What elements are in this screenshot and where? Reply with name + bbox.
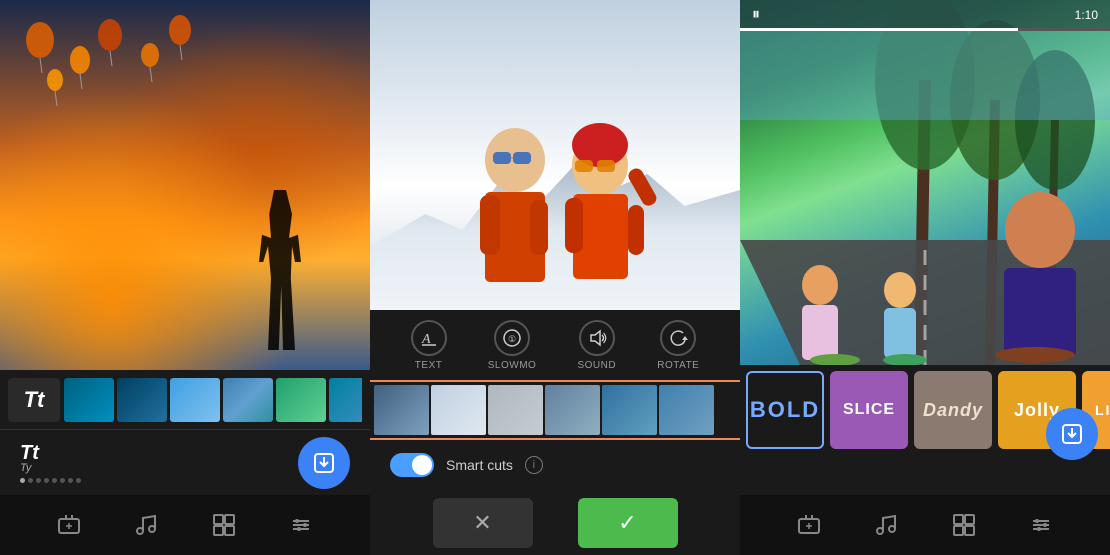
smart-cuts-info-icon[interactable]: i bbox=[525, 456, 543, 474]
gallery-button-1[interactable] bbox=[212, 513, 236, 537]
dot-5 bbox=[52, 478, 57, 483]
filmstrip-2-thumb-6[interactable] bbox=[659, 385, 714, 435]
balloons-decoration bbox=[0, 0, 370, 370]
dot-4 bbox=[44, 478, 49, 483]
settings-icon bbox=[289, 513, 313, 537]
panel-2: A TEXT ① SLOWMO S bbox=[370, 0, 740, 555]
gallery-icon-3 bbox=[952, 513, 976, 537]
filmstrip-thumb-4[interactable] bbox=[223, 378, 273, 422]
add-clip-icon-3 bbox=[797, 513, 821, 537]
filmstrip-1 bbox=[64, 378, 362, 422]
panel-2-bottom: ✕ ✓ bbox=[370, 490, 740, 555]
dot-8 bbox=[76, 478, 81, 483]
bottom-icons-row-3 bbox=[740, 495, 1110, 555]
filmstrip-2-thumb-3[interactable] bbox=[488, 385, 543, 435]
filmstrip-2-thumb-5[interactable] bbox=[602, 385, 657, 435]
filmstrip-thumb-2[interactable] bbox=[117, 378, 167, 422]
progress-bar-3[interactable] bbox=[740, 28, 1110, 31]
filmstrip-thumb-1[interactable] bbox=[64, 378, 114, 422]
filmstrip-thumb-3[interactable] bbox=[170, 378, 220, 422]
main-photo-2 bbox=[370, 0, 740, 310]
edit-tools: A TEXT ① SLOWMO S bbox=[370, 310, 740, 380]
main-photo-1 bbox=[0, 0, 370, 370]
music-icon bbox=[134, 513, 158, 537]
bottom-toolbar-1: Tt Ty bbox=[0, 430, 370, 495]
cancel-button[interactable]: ✕ bbox=[433, 498, 533, 548]
rotate-tool-icon bbox=[668, 328, 688, 348]
text-tool-icon: A bbox=[419, 328, 439, 348]
confirm-button[interactable]: ✓ bbox=[578, 498, 678, 548]
toggle-knob bbox=[412, 455, 432, 475]
top-bar-3: ⏸ 1:10 bbox=[740, 0, 1110, 30]
filmstrip-2-thumb-1[interactable] bbox=[374, 385, 429, 435]
panel-3: ⏸ 1:10 BOLD SLICE Dandy Jolly LIGHT bbox=[740, 0, 1110, 555]
bottom-icons-row-1 bbox=[0, 495, 370, 555]
filmstrip-2 bbox=[370, 380, 740, 440]
settings-icon-3 bbox=[1029, 513, 1053, 537]
gallery-button-3[interactable] bbox=[952, 513, 976, 537]
main-photo-3: ⏸ 1:10 bbox=[740, 0, 1110, 365]
text-tool-display: Tt Ty bbox=[20, 443, 298, 483]
rotate-tool[interactable]: ROTATE bbox=[657, 320, 699, 371]
people-decoration bbox=[435, 110, 675, 310]
sound-tool-icon bbox=[587, 328, 607, 348]
smart-cuts-row: Smart cuts i bbox=[370, 440, 740, 490]
smart-cuts-label: Smart cuts bbox=[446, 457, 513, 473]
fab-button-1[interactable] bbox=[298, 437, 350, 489]
filmstrip-thumb-5[interactable] bbox=[276, 378, 326, 422]
dot-1 bbox=[20, 478, 25, 483]
sound-label: SOUND bbox=[577, 360, 616, 371]
svg-text:①: ① bbox=[508, 334, 516, 344]
style-bold-tile[interactable]: BOLD bbox=[746, 371, 824, 449]
panel-1: Tt Tt Ty bbox=[0, 0, 370, 555]
sound-icon bbox=[579, 320, 615, 356]
fab-button-3[interactable] bbox=[1046, 408, 1098, 460]
music-button-3[interactable] bbox=[874, 513, 898, 537]
text-icon: A bbox=[411, 320, 447, 356]
dot-3 bbox=[36, 478, 41, 483]
smart-cuts-toggle[interactable] bbox=[390, 453, 434, 477]
gallery-icon bbox=[212, 513, 236, 537]
slowmo-tool-icon: ① bbox=[502, 328, 522, 348]
text-tool[interactable]: A TEXT bbox=[411, 320, 447, 371]
dots-row bbox=[20, 478, 81, 483]
progress-fill-3 bbox=[740, 28, 1018, 31]
photo-bg-3 bbox=[740, 0, 1110, 365]
download-icon-3 bbox=[1060, 422, 1084, 446]
rotate-label: ROTATE bbox=[657, 360, 699, 371]
sound-tool[interactable]: SOUND bbox=[577, 320, 616, 371]
toolbar-1: Tt bbox=[0, 370, 370, 430]
music-button-1[interactable] bbox=[134, 513, 158, 537]
download-icon bbox=[312, 451, 336, 475]
filmstrip-thumb-6[interactable] bbox=[329, 378, 362, 422]
style-dandy-tile[interactable]: Dandy bbox=[914, 371, 992, 449]
add-clip-icon bbox=[57, 513, 81, 537]
settings-button-3[interactable] bbox=[1029, 513, 1053, 537]
add-clip-button-3[interactable] bbox=[797, 513, 821, 537]
text-label: TEXT bbox=[415, 360, 443, 371]
settings-button-1[interactable] bbox=[289, 513, 313, 537]
slowmo-label: SLOWMO bbox=[488, 360, 537, 371]
filmstrip-2-thumb-2[interactable] bbox=[431, 385, 486, 435]
slowmo-icon: ① bbox=[494, 320, 530, 356]
rotate-icon bbox=[660, 320, 696, 356]
tt-main-label: Tt bbox=[20, 443, 39, 463]
tt-sub-label: Ty bbox=[20, 463, 31, 474]
dot-2 bbox=[28, 478, 33, 483]
filmstrip-2-thumb-4[interactable] bbox=[545, 385, 600, 435]
dot-7 bbox=[68, 478, 73, 483]
text-tool-button[interactable]: Tt bbox=[8, 378, 60, 422]
time-indicator: 1:10 bbox=[1075, 8, 1098, 22]
people-svg bbox=[435, 110, 675, 310]
music-icon-3 bbox=[874, 513, 898, 537]
style-slice-tile[interactable]: SLICE bbox=[830, 371, 908, 449]
pause-button[interactable]: ⏸ bbox=[752, 6, 760, 24]
dot-6 bbox=[60, 478, 65, 483]
add-clip-button-1[interactable] bbox=[57, 513, 81, 537]
slowmo-tool[interactable]: ① SLOWMO bbox=[488, 320, 537, 371]
